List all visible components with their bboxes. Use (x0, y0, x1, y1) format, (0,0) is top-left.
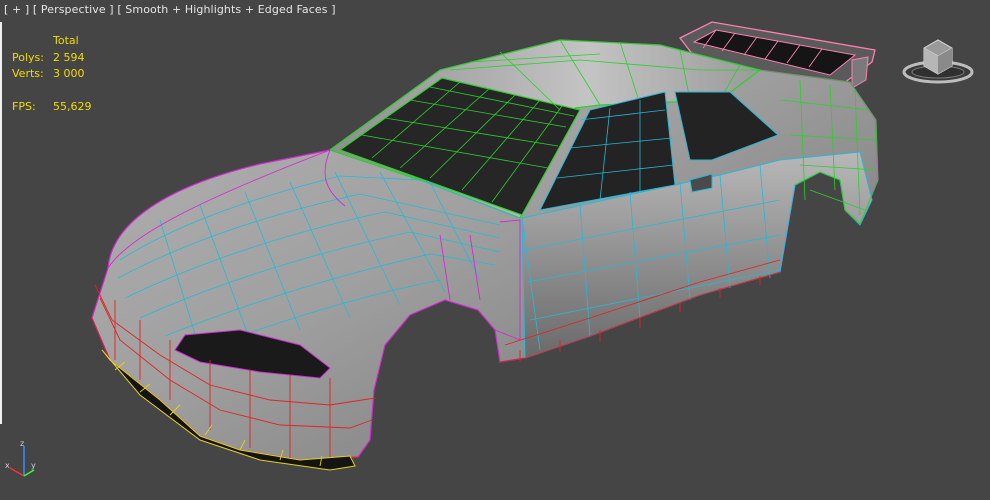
viewcube-icon[interactable] (898, 30, 978, 90)
perspective-viewport[interactable]: [ + ] [ Perspective ] [ Smooth + Highlig… (0, 0, 990, 500)
axis-z-label: z (20, 439, 24, 448)
viewport-menu-shading[interactable]: [ Smooth + Highlights + Edged Faces ] (117, 3, 335, 16)
fps-value: 55,629 (53, 99, 92, 113)
stats-total-header: Total (53, 34, 79, 47)
viewport-label-menu[interactable]: [ + ] [ Perspective ] [ Smooth + Highlig… (4, 3, 336, 16)
fps-label: FPS: (12, 99, 36, 113)
car-body-model[interactable] (0, 0, 990, 500)
verts-label: Verts: (12, 67, 44, 80)
viewport-menu-plus[interactable]: [ + ] (4, 3, 29, 16)
polys-label: Polys: (12, 50, 44, 64)
statistics-overlay: Total Polys: 2 594 Verts: 3 000 FPS: 55,629 (12, 33, 92, 115)
viewport-border (0, 22, 2, 424)
verts-value: 3 000 (53, 67, 85, 80)
axis-tripod-icon: z x y (5, 439, 36, 477)
viewport-menu-view[interactable]: [ Perspective ] (33, 3, 114, 16)
axis-y-label: y (31, 461, 36, 470)
axis-x-label: x (5, 461, 10, 470)
polys-value: 2 594 (53, 50, 85, 64)
